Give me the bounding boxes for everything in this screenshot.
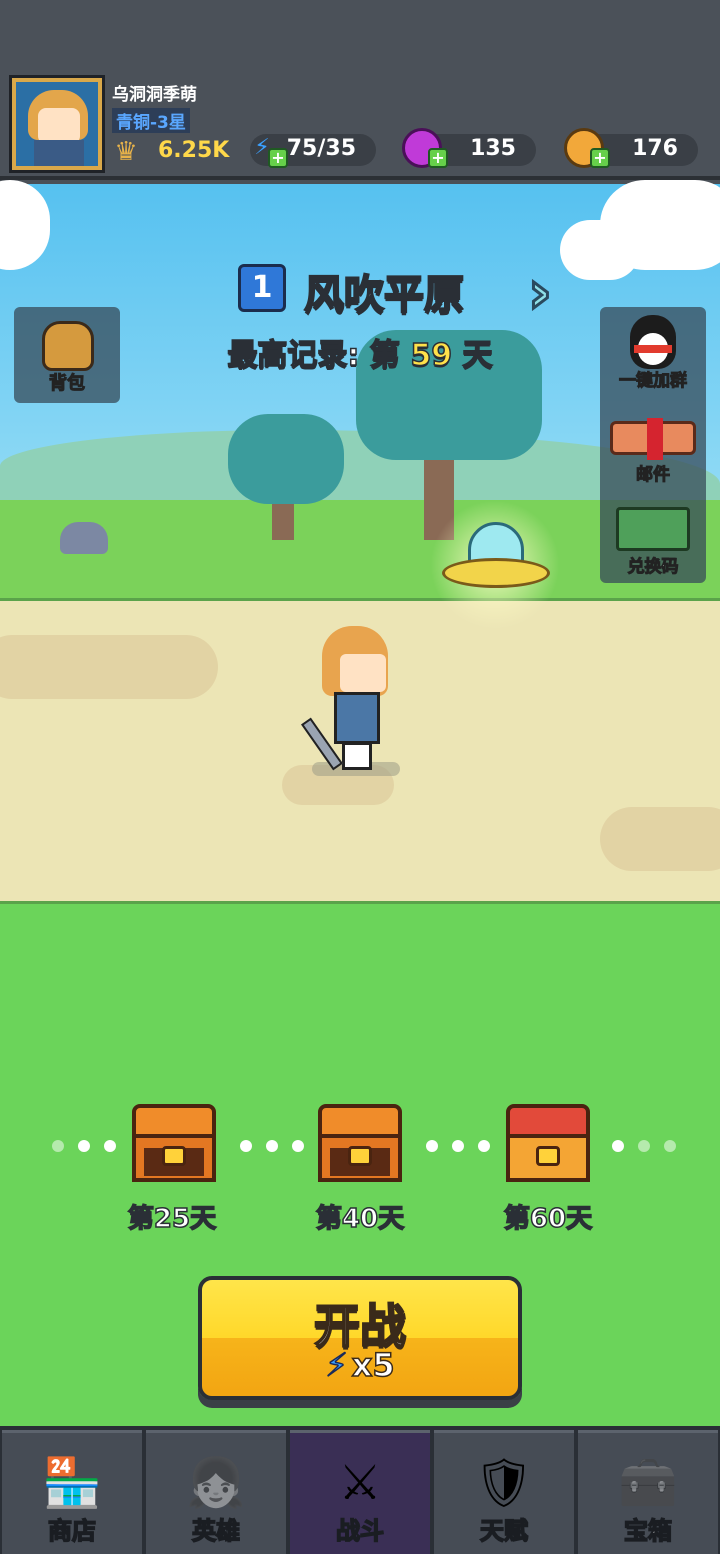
tree: [228, 414, 344, 504]
milestone-chest-2[interactable]: [318, 1104, 402, 1184]
nav-battle[interactable]: ⚔ 战斗: [290, 1430, 430, 1554]
add-coin-icon[interactable]: +: [590, 148, 610, 168]
chest-lock-icon: [162, 1146, 186, 1166]
add-energy-icon[interactable]: +: [268, 148, 288, 168]
milestone-label: 第25天: [127, 1203, 217, 1235]
bottom-nav: 🏪 商店 👧 英雄 ⚔ 战斗 🛡 天赋 🧰 宝箱: [0, 1426, 720, 1554]
progress-dots: [240, 1140, 304, 1152]
energy-resource[interactable]: ⚡ + 75/35: [250, 134, 376, 168]
gem-resource[interactable]: + 135: [402, 128, 536, 168]
ufo-disc[interactable]: [442, 558, 550, 588]
battle-cost: x5: [351, 1345, 395, 1385]
bag-button[interactable]: 背包: [14, 307, 120, 403]
progress-dots: [426, 1140, 490, 1152]
mail-button[interactable]: 邮件: [600, 401, 706, 491]
milestone-chest-1[interactable]: [132, 1104, 216, 1184]
start-battle-button[interactable]: 开战 ⚡ x5: [198, 1276, 522, 1400]
shop-icon: 🏪: [42, 1455, 102, 1511]
coin-resource[interactable]: + 176: [564, 128, 698, 168]
rock: [60, 522, 108, 554]
player-name: 乌洞洞季萌: [112, 85, 197, 105]
lightning-icon: ⚡: [325, 1345, 349, 1385]
mail-icon: [610, 418, 696, 460]
best-record-day: 59: [410, 337, 453, 374]
ticket-icon: [616, 507, 690, 551]
nav-chests[interactable]: 🧰 宝箱: [578, 1430, 718, 1554]
nav-heroes[interactable]: 👧 英雄: [146, 1430, 286, 1554]
nav-shop[interactable]: 🏪 商店: [2, 1430, 142, 1554]
progress-dots: [612, 1140, 676, 1152]
stage-number: 1: [238, 264, 286, 312]
penguin-icon: [630, 315, 676, 369]
chest-lock-icon: [348, 1146, 372, 1166]
chest-icon: 🧰: [618, 1455, 678, 1511]
hero-icon: 👧: [186, 1455, 246, 1511]
progress-dots: [52, 1140, 116, 1152]
gem-value: 135: [470, 136, 516, 161]
stage-name: 风吹平原: [303, 271, 465, 319]
fist-shield-icon: 🛡: [473, 1455, 535, 1511]
right-menu: 一键加群 邮件 兑换码: [600, 307, 706, 583]
energy-value: 75/35: [286, 136, 356, 161]
combat-power: 6.25K: [158, 138, 230, 163]
next-stage-arrow-icon[interactable]: ›: [527, 261, 578, 324]
player-avatar[interactable]: [12, 78, 102, 170]
player-rank: 青铜-3星: [112, 108, 190, 133]
backpack-icon: [42, 321, 94, 371]
top-bar: 乌洞洞季萌 青铜-3星 ♛ 6.25K ⚡ + 75/35 + 135 + 17…: [0, 0, 720, 180]
power-icon: ♛: [114, 137, 138, 167]
add-gem-icon[interactable]: +: [428, 148, 448, 168]
join-group-button[interactable]: 一键加群: [600, 307, 706, 397]
milestone-label: 第40天: [315, 1203, 405, 1235]
chest-lock-icon: [536, 1146, 560, 1166]
coin-value: 176: [632, 136, 678, 161]
redeem-code-button[interactable]: 兑换码: [600, 493, 706, 583]
milestone-chest-3[interactable]: [506, 1104, 590, 1184]
crossed-swords-icon: ⚔: [338, 1455, 382, 1511]
nav-talent[interactable]: 🛡 天赋: [434, 1430, 574, 1554]
game-screen: 乌洞洞季萌 青铜-3星 ♛ 6.25K ⚡ + 75/35 + 135 + 17…: [0, 0, 720, 1554]
milestone-label: 第60天: [503, 1203, 593, 1235]
